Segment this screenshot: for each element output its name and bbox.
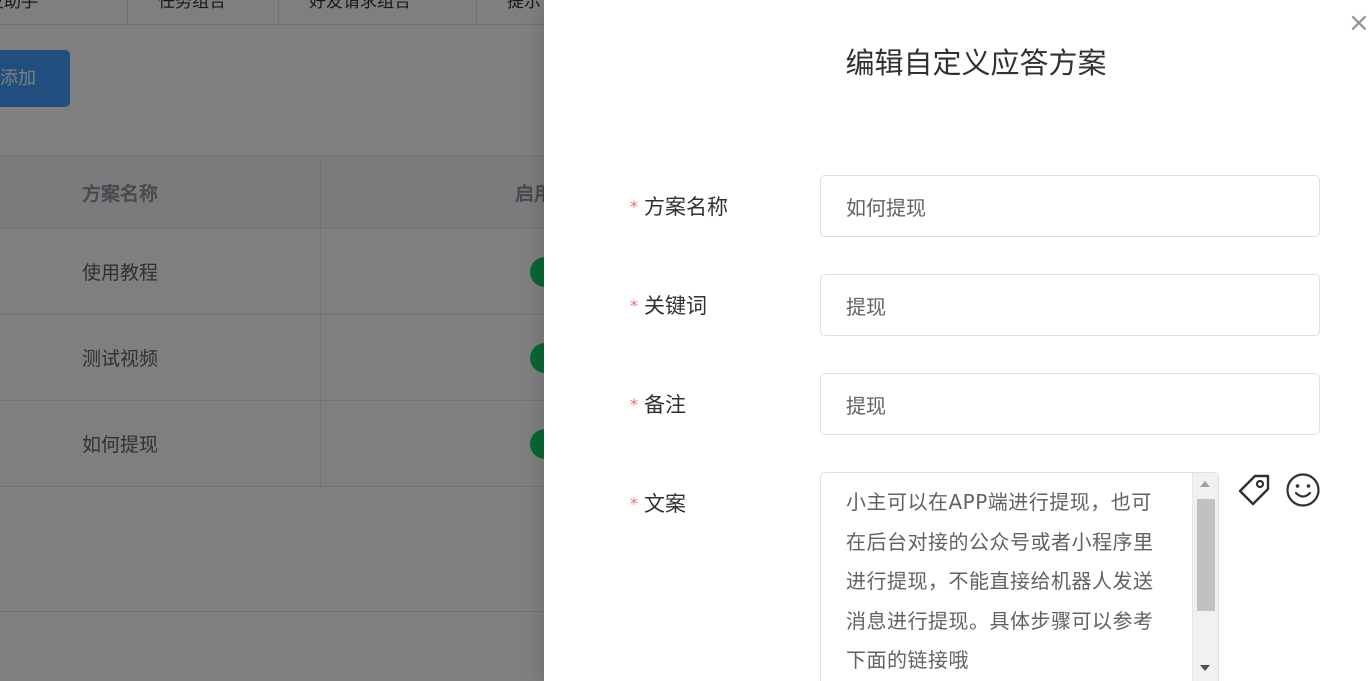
content-label: * 文案 (630, 492, 686, 516)
close-icon[interactable]: × (1348, 10, 1368, 36)
remark-label: * 备注 (630, 393, 686, 417)
scroll-down-arrow-icon[interactable] (1200, 665, 1210, 671)
content-textarea-wrapper: 小主可以在APP端进行提现，也可在后台对接的公众号或者小程序里进行提现，不能直接… (820, 472, 1219, 681)
drawer-title: 编辑自定义应答方案 (845, 46, 1107, 80)
keyword-label: * 关键词 (630, 294, 707, 318)
keyword-input[interactable] (820, 274, 1320, 336)
required-mark: * (630, 493, 638, 513)
tag-icon[interactable] (1236, 472, 1272, 508)
smiley-icon[interactable] (1285, 472, 1321, 508)
name-input[interactable] (820, 175, 1320, 237)
content-textarea[interactable]: 小主可以在APP端进行提现，也可在后台对接的公众号或者小程序里进行提现，不能直接… (821, 473, 1193, 681)
remark-input[interactable] (820, 373, 1320, 435)
required-mark: * (630, 295, 638, 315)
name-label: * 方案名称 (630, 195, 728, 219)
edit-drawer: × 编辑自定义应答方案 * 方案名称 * 关键词 * 备注 * 文案 小主可以在… (544, 0, 1368, 681)
scroll-thumb[interactable] (1197, 499, 1215, 611)
scroll-up-arrow-icon[interactable] (1200, 481, 1210, 487)
required-mark: * (630, 196, 638, 216)
textarea-scrollbar[interactable] (1192, 473, 1218, 681)
required-mark: * (630, 394, 638, 414)
